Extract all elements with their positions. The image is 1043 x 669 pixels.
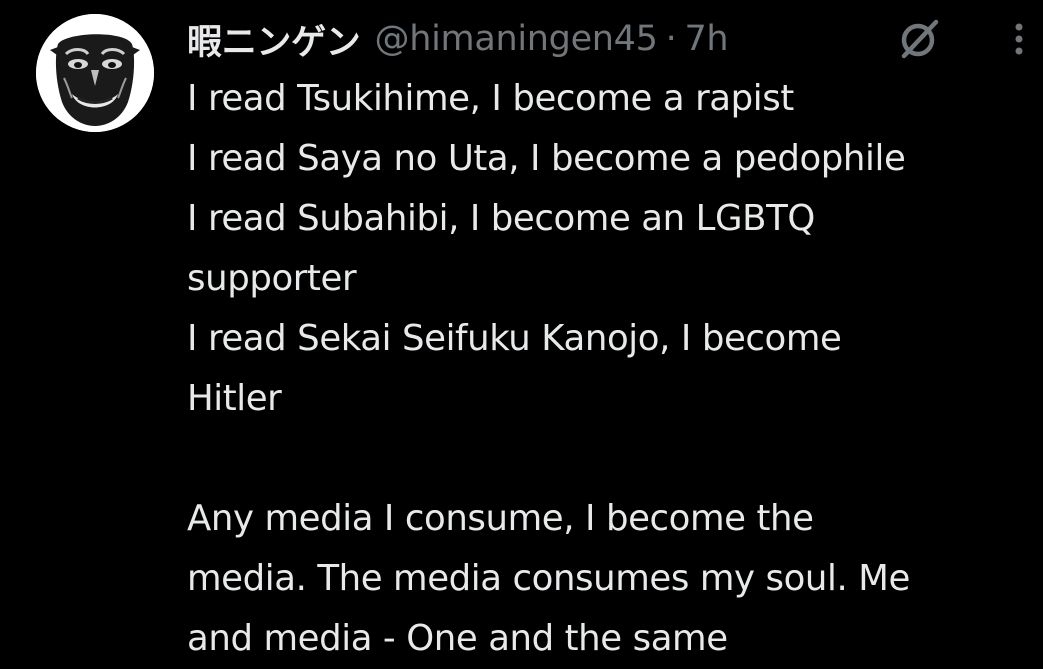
author-display-name[interactable]: 暇ニンゲン xyxy=(187,14,361,65)
avatar-face-image xyxy=(36,14,154,132)
tweet-text-line: Hitler xyxy=(187,378,282,419)
grok-icon[interactable] xyxy=(895,16,943,62)
separator-dot: · xyxy=(665,19,677,59)
timestamp[interactable]: 7h xyxy=(684,19,728,59)
more-options-icon[interactable] xyxy=(1005,18,1033,60)
tweet-text: I read Tsukihime, I become a rapist I re… xyxy=(187,69,1037,669)
tweet-text-line: supporter xyxy=(187,258,357,299)
tweet-text-line: media. The media consumes my soul. Me xyxy=(187,558,910,599)
tweet-header: 暇ニンゲン @himaningen45 · 7h xyxy=(187,14,729,65)
avatar[interactable] xyxy=(36,14,154,132)
tweet-text-line: Any media I consume, I become the xyxy=(187,498,814,539)
tweet-text-line: I read Sekai Seifuku Kanojo, I become xyxy=(187,318,842,359)
tweet-text-line: I read Tsukihime, I become a rapist xyxy=(187,78,794,119)
tweet-text-line: I read Saya no Uta, I become a pedophile xyxy=(187,138,906,179)
author-handle[interactable]: @himaningen45 xyxy=(375,19,658,59)
paragraph-break xyxy=(187,429,1037,489)
tweet-text-line: I read Subahibi, I become an LGBTQ xyxy=(187,198,815,239)
tweet-text-line: and media - One and the same xyxy=(187,618,728,659)
